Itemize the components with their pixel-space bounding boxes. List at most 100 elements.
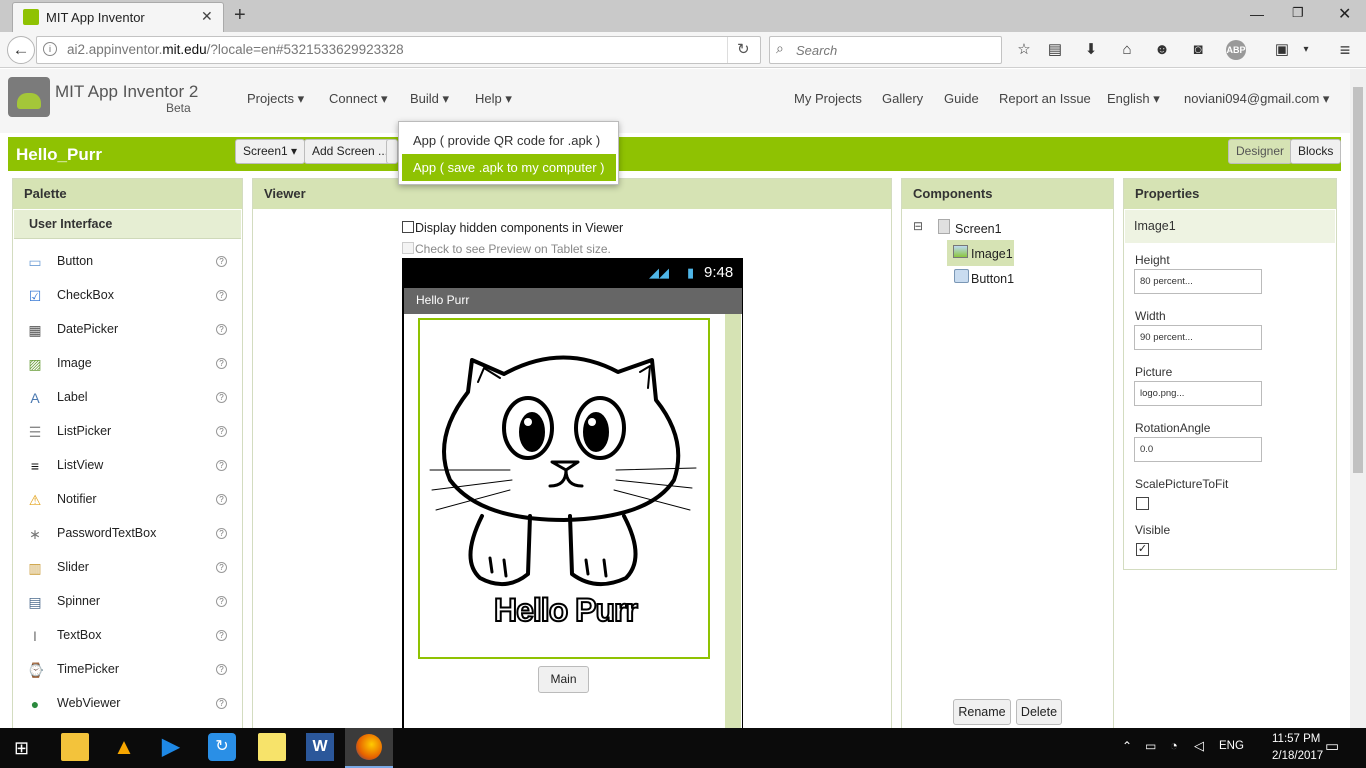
word-icon[interactable]: W [306,733,334,761]
windows-start-icon[interactable]: ⊞ [14,738,29,759]
tray-battery-icon[interactable]: ▭ [1145,739,1156,753]
hello-chat-icon[interactable]: ☻ [1152,40,1172,60]
browser-tab[interactable]: MIT App Inventor ✕ [12,2,224,32]
firefox-taskbar-item[interactable] [345,728,393,768]
tray-volume-icon[interactable]: ◁ [1194,738,1204,754]
help-icon[interactable]: ? [216,256,227,267]
palette-item-slider[interactable]: ▥ Slider? [14,557,242,583]
tablet-preview-checkbox[interactable] [402,242,414,254]
tree-item-button1[interactable]: Button1 [971,272,1014,286]
info-icon[interactable]: i [43,42,57,56]
account-menu[interactable]: noviani094@gmail.com ▾ [1184,91,1329,107]
vlc-icon[interactable]: ▲ [110,733,138,761]
palette-item-textbox[interactable]: I TextBox? [14,625,242,651]
media-player-icon[interactable]: ▶ [157,733,185,761]
rename-button[interactable]: Rename [953,699,1011,725]
file-explorer-icon[interactable] [61,733,89,761]
palette-item-checkbox[interactable]: ☑ CheckBox? [14,285,242,311]
collapse-tree-icon[interactable]: ⊟ [913,219,923,233]
adblock-icon[interactable]: ABP [1226,40,1246,60]
add-screen-button[interactable]: Add Screen ... [304,139,397,164]
remove-screen-button[interactable] [386,139,398,164]
visible-checkbox[interactable]: ✓ [1136,543,1149,556]
tray-time[interactable]: 11:57 PM [1272,733,1320,745]
menu-connect[interactable]: Connect ▾ [329,91,388,107]
screen-select-button[interactable]: Screen1 ▾ [235,139,306,164]
home-icon[interactable]: ⌂ [1117,40,1137,60]
restore-icon[interactable]: ❐ [1292,5,1304,21]
search-box[interactable]: ⌕ Search [769,36,1002,64]
palette-item-label[interactable]: A Label? [14,387,242,413]
pocket-icon[interactable]: ◙ [1188,40,1208,60]
reload-icon[interactable]: ↻ [737,40,750,58]
help-icon[interactable]: ? [216,528,227,539]
palette-item-passwordtextbox[interactable]: ∗ PasswordTextBox? [14,523,242,549]
reading-list-icon[interactable]: ▤ [1045,40,1065,60]
help-icon[interactable]: ? [216,596,227,607]
help-icon[interactable]: ? [216,630,227,641]
main-button[interactable]: Main [538,666,589,693]
width-field[interactable]: 90 percent... [1134,325,1262,350]
tree-item-screen1[interactable]: Screen1 [955,222,1002,236]
help-icon[interactable]: ? [216,358,227,369]
blocks-button[interactable]: Blocks [1290,139,1342,164]
language-select[interactable]: English ▾ [1107,91,1160,107]
link-gallery[interactable]: Gallery [882,91,923,106]
palette-item-webviewer[interactable]: ● WebViewer? [14,693,242,719]
build-save-apk-item[interactable]: App ( save .apk to my computer ) [402,154,616,181]
help-icon[interactable]: ? [216,426,227,437]
palette-item-timepicker[interactable]: ⌚ TimePicker? [14,659,242,685]
link-my-projects[interactable]: My Projects [794,91,862,106]
help-icon[interactable]: ? [216,460,227,471]
action-center-icon[interactable]: ▭ [1325,737,1339,755]
help-icon[interactable]: ? [216,562,227,573]
new-tab-button[interactable]: + [234,4,246,27]
url-bar[interactable]: i ai2.appinventor.mit.edu/?locale=en#532… [36,36,761,64]
palette-item-listpicker[interactable]: ☰ ListPicker? [14,421,242,447]
help-icon[interactable]: ? [216,290,227,301]
sync-app-icon[interactable]: ↻ [208,733,236,761]
palette-item-datepicker[interactable]: ▦ DatePicker? [14,319,242,345]
close-window-icon[interactable]: ✕ [1338,4,1351,24]
close-tab-icon[interactable]: ✕ [201,8,213,25]
palette-section-user-interface[interactable]: User Interface [14,210,241,239]
tray-language[interactable]: ENG [1219,740,1244,752]
bookmark-star-icon[interactable]: ☆ [1014,40,1034,60]
link-report-issue[interactable]: Report an Issue [999,91,1091,106]
scrollbar-thumb[interactable] [1353,87,1363,473]
rotation-angle-field[interactable]: 0.0 [1134,437,1262,462]
menu-build[interactable]: Build ▾ [410,91,449,107]
image1-component[interactable]: Hello Purr [418,318,710,659]
menu-projects[interactable]: Projects ▾ [247,91,304,107]
build-qr-apk-item[interactable]: App ( provide QR code for .apk ) [413,133,600,148]
help-icon[interactable]: ? [216,494,227,505]
picture-field[interactable]: logo.png... [1134,381,1262,406]
phone-scrollbar[interactable] [725,314,741,728]
pdf-icon[interactable]: ▣ [1272,40,1292,60]
hamburger-menu-icon[interactable]: ≡ [1335,40,1355,60]
scale-picture-checkbox[interactable] [1136,497,1149,510]
height-field[interactable]: 80 percent... [1134,269,1262,294]
palette-item-listview[interactable]: ≡ ListView? [14,455,242,481]
sticky-notes-icon[interactable] [258,733,286,761]
help-icon[interactable]: ? [216,698,227,709]
palette-item-button[interactable]: ▭ Button? [14,251,242,277]
app-inventor-logo-icon[interactable] [8,77,50,117]
tree-item-image1[interactable]: Image1 [947,240,1014,266]
back-arrow-icon[interactable]: ← [7,36,35,64]
tray-wifi-icon[interactable]: ◔ [1170,738,1178,753]
palette-item-notifier[interactable]: ⚠ Notifier? [14,489,242,515]
help-icon[interactable]: ? [216,324,227,335]
page-scrollbar[interactable] [1350,69,1366,728]
tray-date[interactable]: 2/18/2017 [1272,750,1323,762]
palette-item-image[interactable]: ▨ Image? [14,353,242,379]
help-icon[interactable]: ? [216,664,227,675]
hidden-components-checkbox[interactable] [402,221,414,233]
minimize-icon[interactable]: — [1250,6,1264,22]
menu-help[interactable]: Help ▾ [475,91,512,107]
link-guide[interactable]: Guide [944,91,979,106]
download-icon[interactable]: ⬇ [1081,40,1101,60]
palette-item-spinner[interactable]: ▤ Spinner? [14,591,242,617]
delete-button[interactable]: Delete [1016,699,1062,725]
designer-button[interactable]: Designer [1228,139,1293,164]
